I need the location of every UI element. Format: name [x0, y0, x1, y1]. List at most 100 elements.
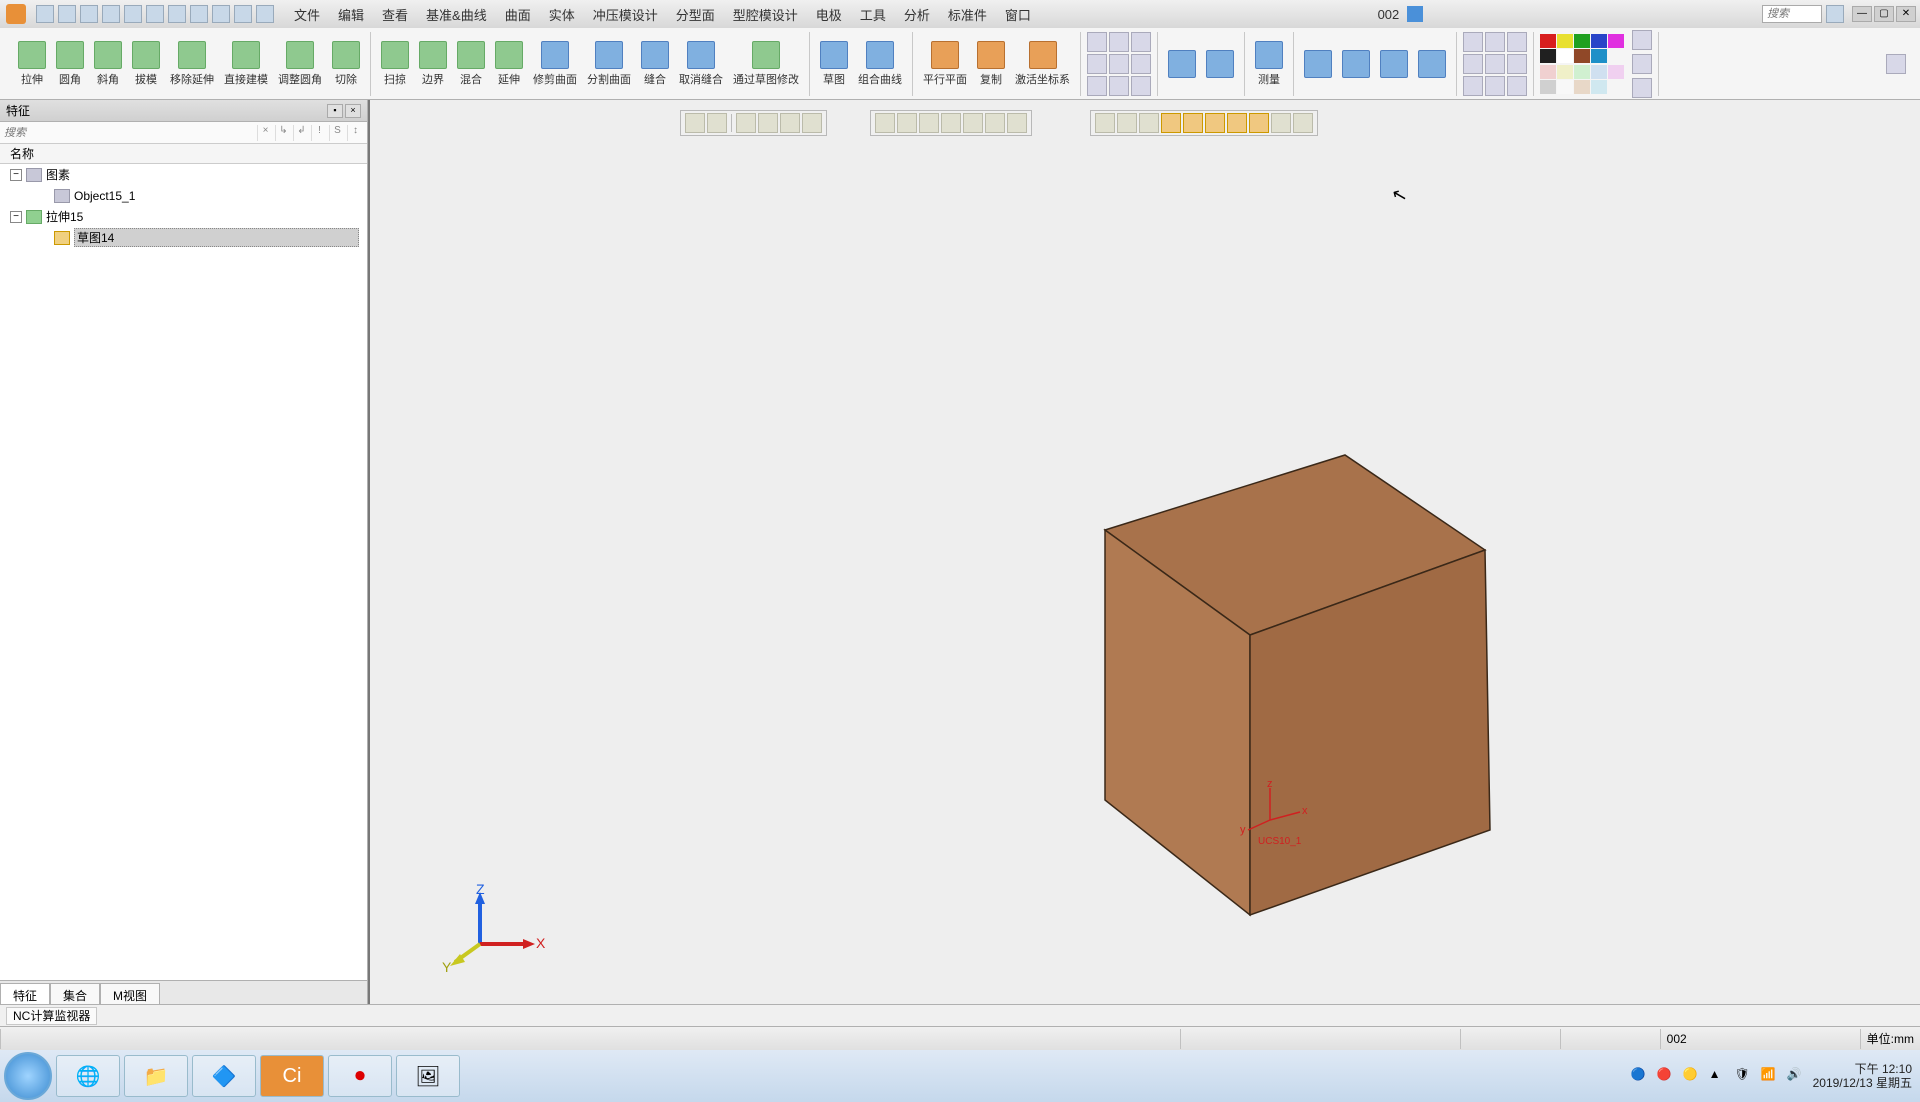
menu-electrode[interactable]: 电极 — [808, 1, 850, 28]
mold7-icon[interactable] — [1227, 113, 1247, 133]
color-grid-1[interactable] — [1540, 34, 1624, 63]
tray-icon-3[interactable]: 🟡 — [1683, 1067, 1701, 1085]
menu-tools[interactable]: 工具 — [852, 1, 894, 28]
ribbon-extrude[interactable]: 拉伸 — [14, 39, 50, 89]
qat-btn11-icon[interactable] — [256, 5, 274, 23]
ribbon-zoom-out[interactable] — [1338, 48, 1374, 80]
menu-datum[interactable]: 基准&曲线 — [418, 1, 495, 28]
select-icon[interactable] — [685, 113, 705, 133]
color-swatch[interactable] — [1540, 34, 1556, 48]
task-item-explorer[interactable]: 📁 — [124, 1055, 188, 1097]
mold10-icon[interactable] — [1293, 113, 1313, 133]
ribbon-sew[interactable]: 缝合 — [637, 39, 673, 89]
ribbon-pan[interactable] — [1414, 48, 1450, 80]
mold8-icon[interactable] — [1249, 113, 1269, 133]
ribbon-zoom-fit[interactable] — [1376, 48, 1412, 80]
qat-btn5-icon[interactable] — [124, 5, 142, 23]
ribbon-remove-extend[interactable]: 移除延伸 — [166, 39, 218, 89]
qat-btn4-icon[interactable] — [102, 5, 120, 23]
color-swatch[interactable] — [1557, 80, 1573, 94]
vis2-icon[interactable] — [941, 113, 961, 133]
search-opt5-icon[interactable]: ↕ — [347, 125, 363, 141]
qat-open-icon[interactable] — [58, 5, 76, 23]
minimize-button[interactable]: — — [1852, 6, 1872, 22]
color-grid-2[interactable] — [1540, 65, 1624, 94]
ribbon-dim-grid[interactable] — [1087, 32, 1151, 96]
ribbon-measure[interactable]: 测量 — [1251, 39, 1287, 89]
color-swatch[interactable] — [1540, 80, 1556, 94]
color-swatch[interactable] — [1591, 49, 1607, 63]
task-item-image[interactable]: 🖼 — [396, 1055, 460, 1097]
color-swatch[interactable] — [1540, 49, 1556, 63]
mold3-icon[interactable] — [1139, 113, 1159, 133]
vis1-icon[interactable] — [919, 113, 939, 133]
color-swatch[interactable] — [1591, 80, 1607, 94]
taskbar-clock[interactable]: 下午 12:10 2019/12/13 星期五 — [1813, 1062, 1912, 1090]
tree-node-sketch14[interactable]: 草图14 — [0, 227, 367, 248]
ribbon-sketch[interactable]: 草图 — [816, 39, 852, 89]
bulb-on-icon[interactable] — [897, 113, 917, 133]
ribbon-parallel[interactable]: 平行平面 — [919, 39, 971, 89]
color-swatch[interactable] — [1574, 65, 1590, 79]
maximize-button[interactable]: ▢ — [1874, 6, 1894, 22]
ribbon-sketch-mod[interactable]: 通过草图修改 — [729, 39, 803, 89]
close-button[interactable]: ✕ — [1896, 6, 1916, 22]
tray-icon-1[interactable]: 🔵 — [1631, 1067, 1649, 1085]
ribbon-trim[interactable]: 修剪曲面 — [529, 39, 581, 89]
tray-icon-5[interactable]: 🛡 — [1735, 1067, 1753, 1085]
color-swatch[interactable] — [1557, 34, 1573, 48]
qat-btn7-icon[interactable] — [168, 5, 186, 23]
menu-file[interactable]: 文件 — [286, 1, 328, 28]
tray-icon-2[interactable]: 🔴 — [1657, 1067, 1675, 1085]
task-item-record[interactable]: ⏺ — [328, 1055, 392, 1097]
tray-icon-6[interactable]: 📶 — [1761, 1067, 1779, 1085]
tree-node-object15[interactable]: Object15_1 — [0, 185, 367, 206]
nc-monitor-bar[interactable]: NC计算监视器 — [0, 1004, 1920, 1026]
mold5-icon[interactable] — [1183, 113, 1203, 133]
ribbon-cut[interactable]: 切除 — [328, 39, 364, 89]
menu-cavity[interactable]: 型腔模设计 — [725, 1, 806, 28]
color-swatch[interactable] — [1608, 65, 1624, 79]
qat-btn10-icon[interactable] — [234, 5, 252, 23]
qat-redo-icon[interactable] — [212, 5, 230, 23]
ribbon-collapse-icon[interactable] — [1886, 54, 1906, 74]
tree-node-extrude15[interactable]: − 拉伸15 — [0, 206, 367, 227]
mold1-icon[interactable] — [1095, 113, 1115, 133]
menu-surface[interactable]: 曲面 — [497, 1, 539, 28]
color-swatch[interactable] — [1608, 34, 1624, 48]
start-button[interactable] — [4, 1052, 52, 1100]
task-item-1[interactable]: 🌐 — [56, 1055, 120, 1097]
menu-std[interactable]: 标准件 — [940, 1, 995, 28]
filter3-icon[interactable] — [780, 113, 800, 133]
color-swatch[interactable] — [1591, 34, 1607, 48]
ribbon-csys[interactable]: 激活坐标系 — [1011, 39, 1074, 89]
ribbon-sweep[interactable]: 扫掠 — [377, 39, 413, 89]
panel-pin-icon[interactable]: ▪ — [327, 104, 343, 118]
tray-volume-icon[interactable]: 🔊 — [1787, 1067, 1805, 1085]
menu-view[interactable]: 查看 — [374, 1, 416, 28]
mold6-icon[interactable] — [1205, 113, 1225, 133]
panel-close-icon[interactable]: × — [345, 104, 361, 118]
filter2-icon[interactable] — [758, 113, 778, 133]
tab-sets[interactable]: 集合 — [50, 983, 100, 1004]
menu-window[interactable]: 窗口 — [997, 1, 1039, 28]
ribbon-view-grid[interactable] — [1463, 32, 1527, 96]
ribbon-unsew[interactable]: 取消缝合 — [675, 39, 727, 89]
search-opt-s[interactable]: S — [329, 125, 345, 141]
ribbon-compcurve[interactable]: 组合曲线 — [854, 39, 906, 89]
menu-parting[interactable]: 分型面 — [668, 1, 723, 28]
color-swatch[interactable] — [1591, 65, 1607, 79]
vis4-icon[interactable] — [985, 113, 1005, 133]
ribbon-blend[interactable]: 混合 — [453, 39, 489, 89]
search-opt2-icon[interactable]: ↲ — [293, 125, 309, 141]
vis3-icon[interactable] — [963, 113, 983, 133]
feature-tree[interactable]: − 图素 Object15_1 − 拉伸15 草图14 — [0, 164, 367, 980]
collapse-icon[interactable]: − — [10, 211, 22, 223]
mold4-icon[interactable] — [1161, 113, 1181, 133]
tab-mview[interactable]: M视图 — [100, 983, 160, 1004]
3d-viewport[interactable]: z x y UCS10_1 Z X Y ↖ — [368, 100, 1920, 1004]
collapse-icon[interactable]: − — [10, 169, 22, 181]
qat-btn6-icon[interactable] — [146, 5, 164, 23]
qat-undo-icon[interactable] — [190, 5, 208, 23]
qat-btn3-icon[interactable] — [80, 5, 98, 23]
